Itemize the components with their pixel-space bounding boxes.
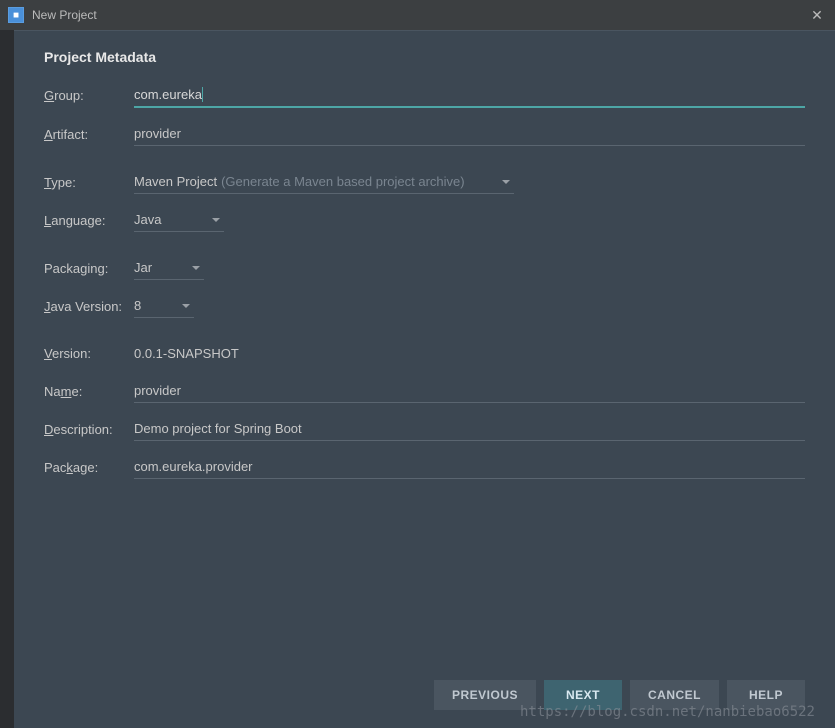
close-icon[interactable]: ✕ <box>807 5 827 25</box>
titlebar: ■ New Project ✕ <box>0 0 835 30</box>
type-label: Type: <box>44 175 134 190</box>
java-version-label: Java Version: <box>44 299 134 314</box>
group-label: Group: <box>44 88 134 103</box>
packaging-dropdown[interactable]: Jar <box>134 256 204 280</box>
name-label: Name: <box>44 384 134 399</box>
type-dropdown[interactable]: Maven Project (Generate a Maven based pr… <box>134 170 514 194</box>
package-label: Package: <box>44 460 134 475</box>
chevron-down-icon <box>502 180 510 184</box>
artifact-label: Artifact: <box>44 127 134 142</box>
artifact-row: Artifact: provider <box>44 122 805 146</box>
chevron-down-icon <box>182 304 190 308</box>
window-title: New Project <box>32 8 807 22</box>
button-bar: PREVIOUS NEXT CANCEL HELP <box>434 680 805 710</box>
artifact-input[interactable]: provider <box>134 122 805 146</box>
language-label: Language: <box>44 213 134 228</box>
next-button[interactable]: NEXT <box>544 680 622 710</box>
left-gutter <box>0 30 14 728</box>
packaging-label: Packaging: <box>44 261 134 276</box>
name-input[interactable]: provider <box>134 379 805 403</box>
description-label: Description: <box>44 422 134 437</box>
description-row: Description: Demo project for Spring Boo… <box>44 417 805 441</box>
java-version-row: Java Version: 8 <box>44 294 805 318</box>
language-dropdown[interactable]: Java <box>134 208 224 232</box>
version-value: 0.0.1-SNAPSHOT <box>134 342 239 365</box>
description-input[interactable]: Demo project for Spring Boot <box>134 417 805 441</box>
help-button[interactable]: HELP <box>727 680 805 710</box>
java-version-dropdown[interactable]: 8 <box>134 294 194 318</box>
packaging-row: Packaging: Jar <box>44 256 805 280</box>
package-row: Package: com.eureka.provider <box>44 455 805 479</box>
section-title: Project Metadata <box>44 49 805 65</box>
cancel-button[interactable]: CANCEL <box>630 680 719 710</box>
type-row: Type: Maven Project (Generate a Maven ba… <box>44 170 805 194</box>
version-row: Version: 0.0.1-SNAPSHOT <box>44 342 805 365</box>
group-row: Group: com.eureka <box>44 83 805 108</box>
package-input[interactable]: com.eureka.provider <box>134 455 805 479</box>
chevron-down-icon <box>212 218 220 222</box>
previous-button[interactable]: PREVIOUS <box>434 680 536 710</box>
chevron-down-icon <box>192 266 200 270</box>
name-row: Name: provider <box>44 379 805 403</box>
version-label: Version: <box>44 346 134 361</box>
language-row: Language: Java <box>44 208 805 232</box>
group-input[interactable]: com.eureka <box>134 83 805 108</box>
app-icon: ■ <box>8 7 24 23</box>
dialog-body: Project Metadata Group: com.eureka Artif… <box>14 30 835 728</box>
